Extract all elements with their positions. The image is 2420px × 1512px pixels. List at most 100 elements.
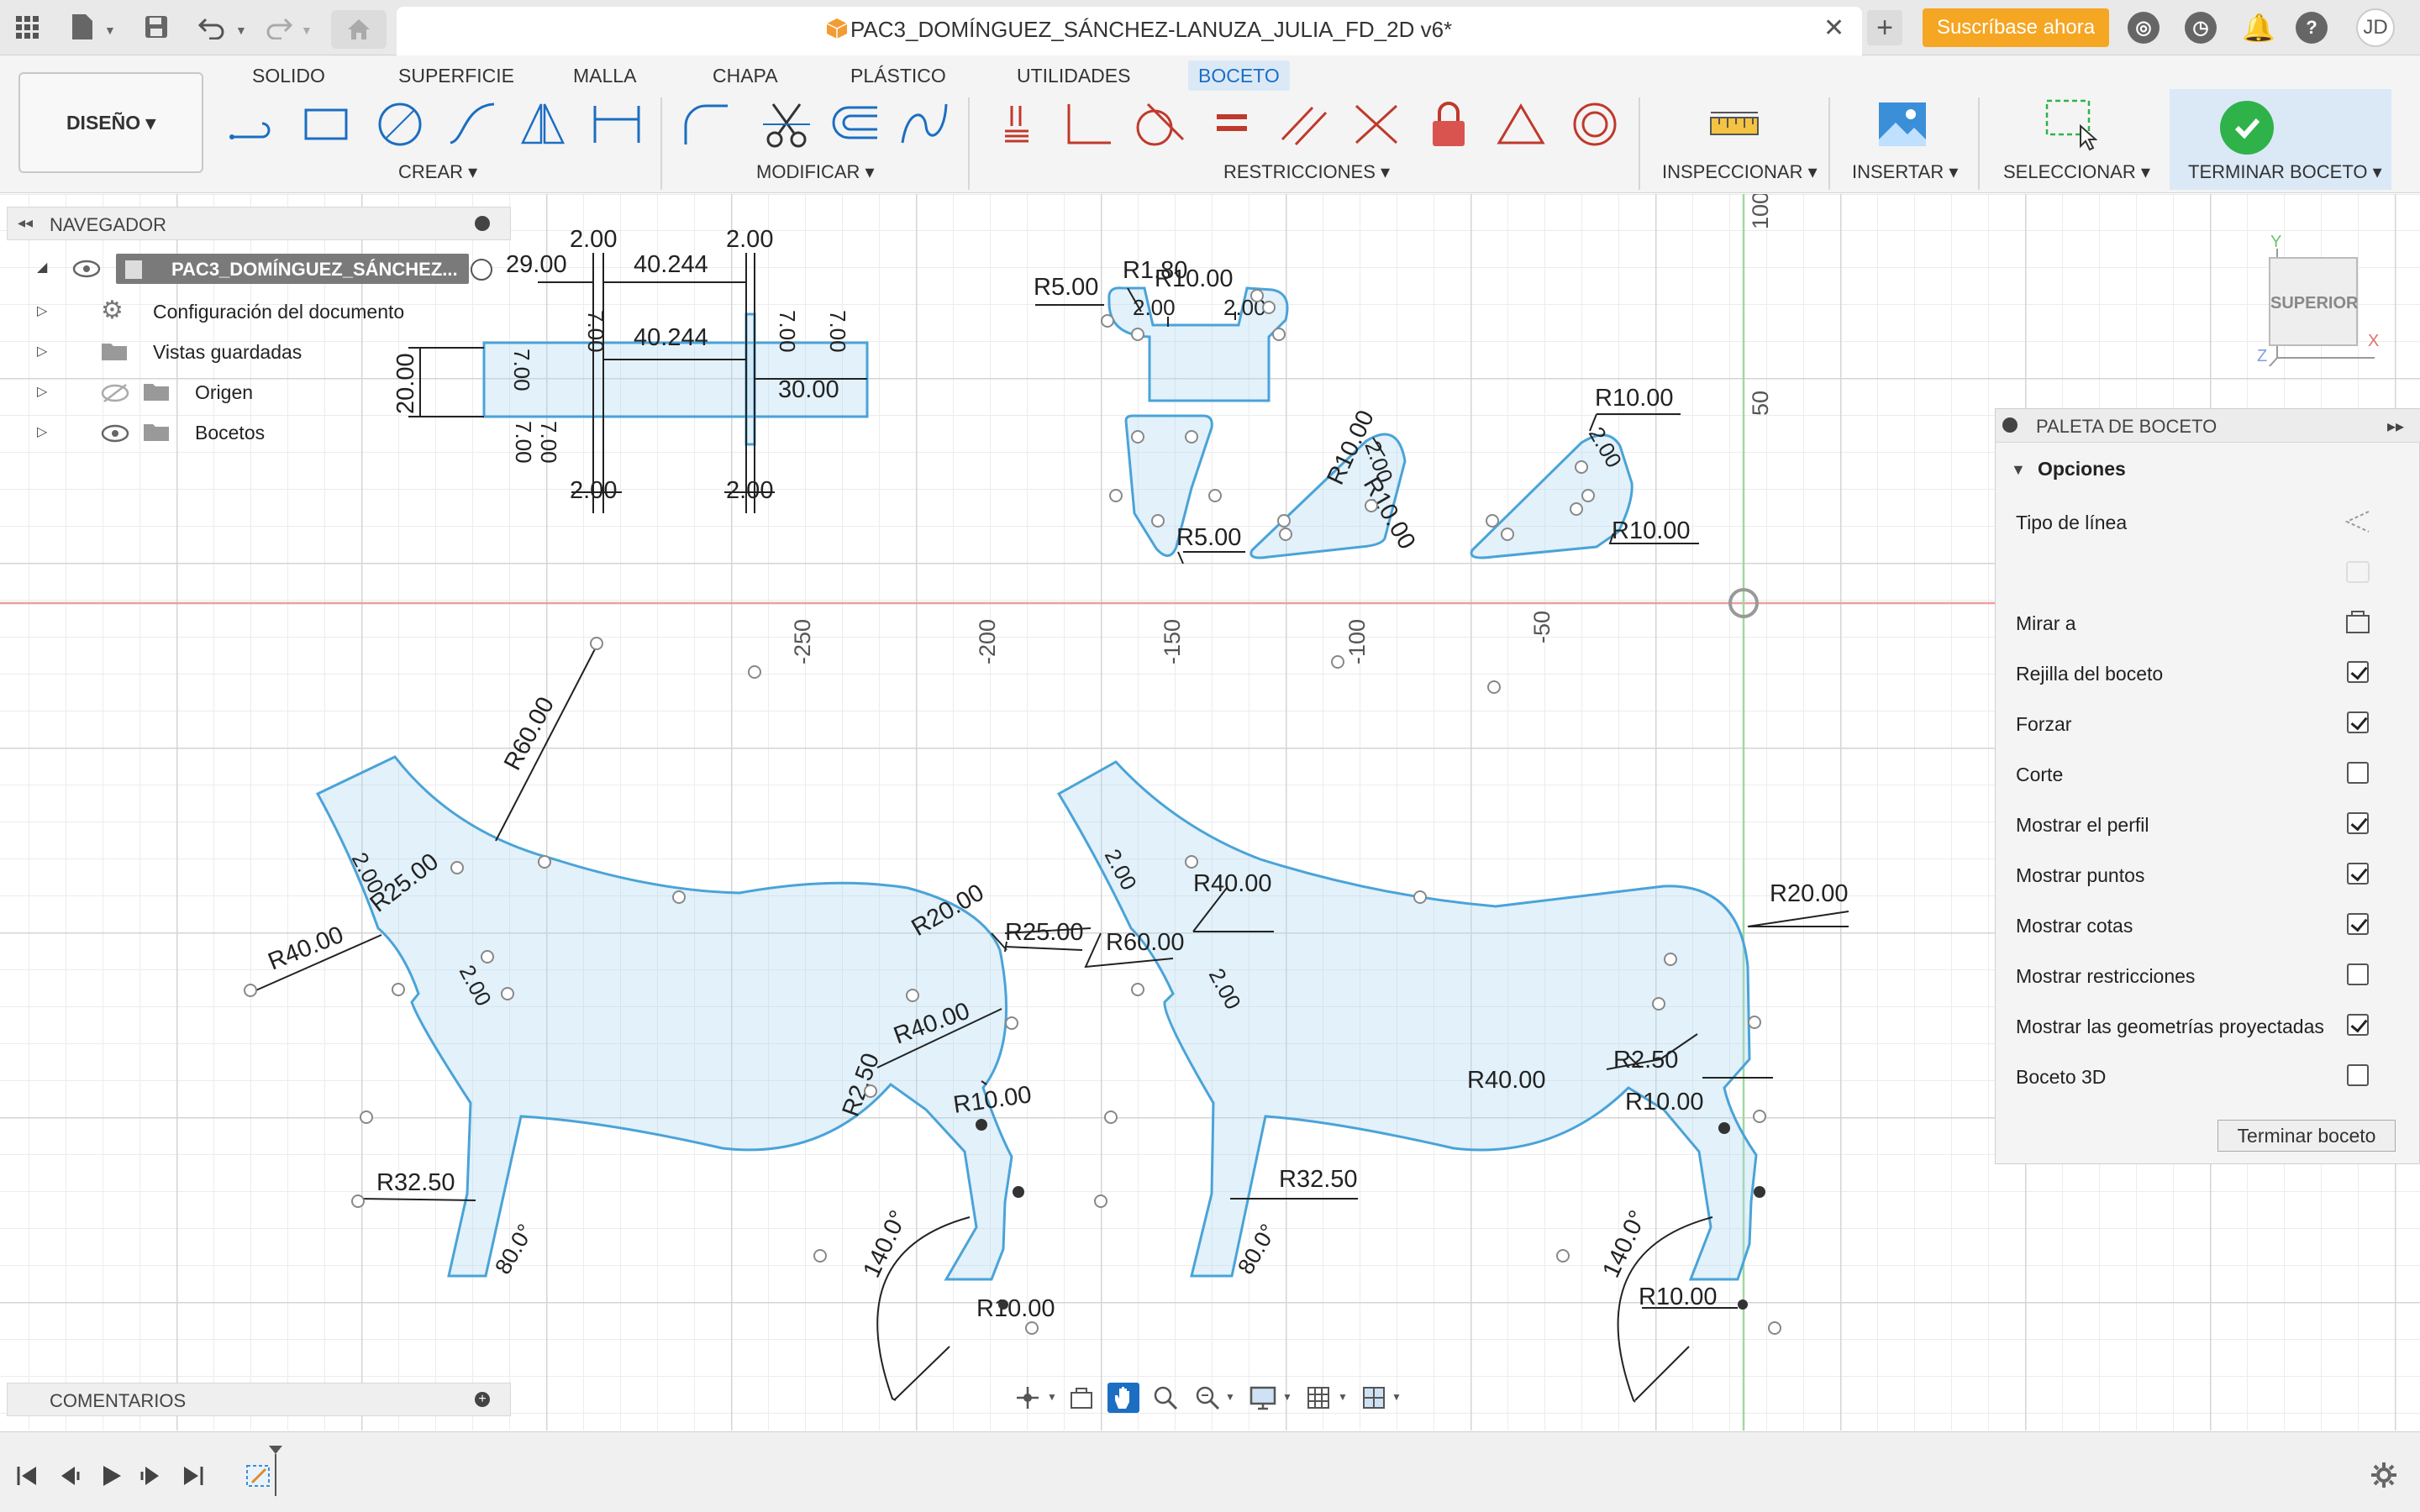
mirror-tool-icon[interactable] <box>516 96 570 153</box>
zoom-icon[interactable] <box>1150 1383 1181 1413</box>
insert-image-icon[interactable] <box>1876 96 1929 153</box>
redo-icon[interactable] <box>262 10 296 44</box>
navigator-pin-icon[interactable] <box>475 216 490 231</box>
points-checkbox[interactable] <box>2347 863 2369 885</box>
tab-chapa[interactable]: CHAPA <box>702 60 788 91</box>
timeline-settings-gear-icon[interactable] <box>2370 1461 2398 1489</box>
tab-superficie[interactable]: SUPERFICIE <box>388 60 524 91</box>
3d-sketch-checkbox[interactable] <box>2347 1064 2369 1086</box>
finish-sketch-check-icon[interactable] <box>2220 101 2274 155</box>
select-window-icon[interactable] <box>2044 96 2097 153</box>
zoom-window-icon[interactable] <box>1192 1383 1223 1413</box>
tab-utilidades[interactable]: UTILIDADES <box>1007 60 1140 91</box>
equal-constraint-icon[interactable] <box>1205 96 1259 153</box>
save-icon[interactable] <box>139 10 173 44</box>
rectangle-tool-icon[interactable] <box>299 96 353 153</box>
navigator-header[interactable]: ◂◂ NAVEGADOR <box>7 207 511 240</box>
nav-item-origin[interactable]: ▷ Origen <box>7 376 477 410</box>
pan-hand-icon[interactable] <box>1107 1383 1139 1413</box>
terminar-boceto-group-label[interactable]: TERMINAR BOCETO ▾ <box>2188 161 2382 183</box>
line-type-icon[interactable] <box>2344 508 2372 535</box>
root-expand-icon[interactable]: ◢ <box>37 259 47 276</box>
constraints-checkbox[interactable] <box>2347 963 2369 985</box>
offset-tool-icon[interactable] <box>827 96 881 153</box>
go-to-end-icon[interactable] <box>178 1461 208 1491</box>
job-status-icon[interactable]: ◷ <box>2185 12 2217 44</box>
expand-icon[interactable]: ▷ <box>37 343 47 360</box>
step-back-icon[interactable] <box>54 1461 84 1491</box>
orbit-caret[interactable]: ▼ <box>1047 1391 1057 1403</box>
insertar-group-label[interactable]: INSERTAR ▾ <box>1852 161 1958 183</box>
subscribe-button[interactable]: Suscríbase ahora <box>1923 8 2109 47</box>
crear-group-label[interactable]: CREAR ▾ <box>398 161 477 183</box>
close-tab-icon[interactable]: ✕ <box>1823 13 1844 43</box>
dimension-tool-icon[interactable] <box>590 96 644 153</box>
file-icon[interactable] <box>66 10 99 44</box>
expand-icon[interactable]: ▷ <box>37 423 47 440</box>
look-at-nav-icon[interactable] <box>1065 1383 1097 1413</box>
projected-checkbox[interactable] <box>2347 1014 2369 1036</box>
comments-panel[interactable]: COMENTARIOS + <box>7 1383 511 1416</box>
tangent-constraint-icon[interactable] <box>1131 96 1185 153</box>
coincident-constraint-icon[interactable] <box>990 96 1044 153</box>
eye-hidden-icon[interactable] <box>101 383 129 403</box>
display-settings-icon[interactable] <box>1247 1383 1279 1413</box>
tab-plastico[interactable]: PLÁSTICO <box>840 60 956 91</box>
viewports-icon[interactable] <box>1358 1383 1390 1413</box>
dimensions-checkbox[interactable] <box>2347 913 2369 935</box>
finish-sketch-button[interactable]: Terminar boceto <box>2217 1120 2396 1152</box>
extensions-icon[interactable]: ◎ <box>2128 12 2160 44</box>
nav-item-saved-views[interactable]: ▷ Vistas guardadas <box>7 336 477 370</box>
zoom-caret[interactable]: ▼ <box>1225 1391 1235 1403</box>
spline-tool-icon[interactable] <box>897 96 951 153</box>
palette-header[interactable]: PALETA DE BOCETO ▸▸ <box>1996 409 2420 443</box>
collapse-arrows-icon[interactable]: ◂◂ <box>18 214 33 232</box>
expand-icon[interactable]: ▷ <box>37 302 47 319</box>
redo-caret[interactable]: ▼ <box>301 24 313 37</box>
triangle-constraint-icon[interactable] <box>1494 96 1548 153</box>
line-tool-icon[interactable] <box>227 96 281 153</box>
app-grid-icon[interactable] <box>10 10 44 44</box>
play-icon[interactable] <box>96 1461 126 1491</box>
eye-icon[interactable] <box>101 423 129 444</box>
help-icon[interactable]: ? <box>2296 12 2328 44</box>
workspace-design-dropdown[interactable]: DISEÑO ▾ <box>18 72 203 173</box>
undo-caret[interactable]: ▼ <box>235 24 247 37</box>
measure-ruler-icon[interactable] <box>1707 96 1761 153</box>
nav-item-sketches[interactable]: ▷ Bocetos <box>7 417 477 450</box>
profile-checkbox[interactable] <box>2347 812 2369 834</box>
seleccionar-group-label[interactable]: SELECCIONAR ▾ <box>2003 161 2150 183</box>
fix-lock-icon[interactable] <box>1422 96 1476 153</box>
section-collapse-icon[interactable]: ▼ <box>2011 461 2026 479</box>
fillet-tool-icon[interactable] <box>679 96 733 153</box>
palette-expand-icon[interactable]: ▸▸ <box>2387 416 2404 437</box>
notifications-bell-icon[interactable]: 🔔 <box>2242 12 2275 44</box>
display-caret[interactable]: ▼ <box>1282 1391 1292 1403</box>
snap-checkbox[interactable] <box>2347 711 2369 733</box>
nav-item-config[interactable]: ▷ ⚙ Configuración del documento <box>7 296 477 329</box>
perpendicular-constraint-icon[interactable] <box>1060 96 1114 153</box>
step-forward-icon[interactable] <box>136 1461 166 1491</box>
go-to-start-icon[interactable] <box>12 1461 42 1491</box>
parallel-constraint-icon[interactable] <box>1277 96 1331 153</box>
concentric-constraint-icon[interactable] <box>1568 96 1622 153</box>
home-icon[interactable] <box>331 10 387 49</box>
tab-boceto[interactable]: BOCETO <box>1188 60 1290 91</box>
undo-icon[interactable] <box>195 10 229 44</box>
new-tab-button[interactable]: + <box>1867 10 1902 45</box>
orbit-icon[interactable] <box>1012 1383 1044 1413</box>
arc-tool-icon[interactable] <box>445 96 499 153</box>
grid-checkbox[interactable] <box>2347 661 2369 683</box>
look-at-icon[interactable] <box>2344 609 2372 636</box>
tab-malla[interactable]: MALLA <box>563 60 646 91</box>
inspeccionar-group-label[interactable]: INSPECCIONAR ▾ <box>1662 161 1818 183</box>
slice-checkbox[interactable] <box>2347 762 2369 784</box>
expand-icon[interactable]: ▷ <box>37 383 47 400</box>
file-menu-caret[interactable]: ▼ <box>104 24 116 37</box>
circle-tool-icon[interactable] <box>373 96 427 153</box>
user-avatar[interactable]: JD <box>2356 8 2395 47</box>
eye-icon[interactable] <box>72 259 101 279</box>
tab-solido[interactable]: SOLIDO <box>242 60 335 91</box>
timeline-marker-icon[interactable] <box>267 1444 284 1498</box>
viewports-caret[interactable]: ▼ <box>1392 1391 1402 1403</box>
